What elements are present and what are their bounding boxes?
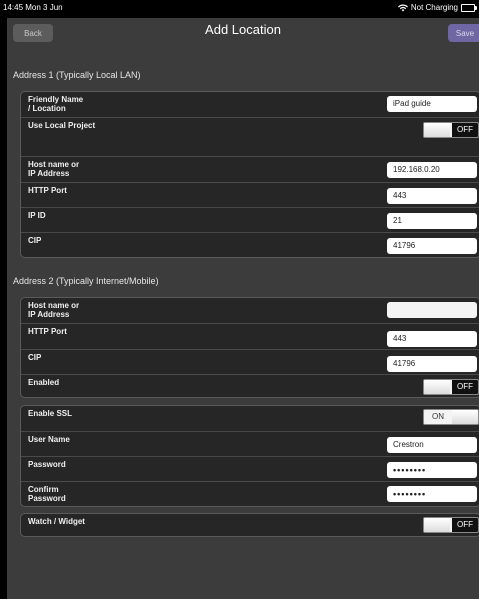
security-group: Enable SSL ON User Name Crestron Passwor… <box>20 405 479 507</box>
watch-widget-toggle[interactable]: OFF <box>423 517 479 533</box>
status-bar: 14:45 Mon 3 Jun Not Charging <box>0 0 479 18</box>
row-http-port-1: HTTP Port 443 <box>21 182 479 207</box>
row-user-name: User Name Crestron <box>21 431 479 456</box>
status-time: 14:45 Mon 3 Jun <box>3 3 63 12</box>
host-label: Host name or IP Address <box>28 301 80 319</box>
ip-id-label: IP ID <box>28 211 46 220</box>
wifi-icon <box>397 3 408 11</box>
http-port-field[interactable]: 443 <box>387 331 477 347</box>
status-indicators: Not Charging <box>397 3 477 12</box>
friendly-name-label: Friendly Name / Location <box>28 95 84 113</box>
toggle-state: OFF <box>452 380 478 394</box>
confirm-password-label: Confirm Password <box>28 485 66 503</box>
user-name-field[interactable]: Crestron <box>387 437 477 453</box>
toggle-state: OFF <box>452 123 478 137</box>
enabled-toggle[interactable]: OFF <box>423 379 479 395</box>
toggle-knob <box>424 518 450 532</box>
toggle-knob <box>424 123 450 137</box>
user-name-label: User Name <box>28 435 70 444</box>
http-port-label: HTTP Port <box>28 327 67 336</box>
toggle-knob <box>452 410 478 424</box>
navigation-bar: Back Add Location Save <box>7 18 479 46</box>
password-field[interactable]: •••••••• <box>387 462 477 478</box>
row-ip-id: IP ID 21 <box>21 207 479 232</box>
use-local-project-label: Use Local Project <box>28 121 96 130</box>
add-location-screen: Back Add Location Save Address 1 (Typica… <box>7 18 479 599</box>
password-label: Password <box>28 460 66 469</box>
host-label: Host name or IP Address <box>28 160 80 178</box>
row-enable-ssl: Enable SSL ON <box>21 406 479 430</box>
address1-group: Friendly Name / Location iPad guide Use … <box>20 91 479 258</box>
cip-label: CIP <box>28 236 42 245</box>
battery-icon <box>461 3 477 12</box>
enable-ssl-label: Enable SSL <box>28 409 73 418</box>
page-title: Add Location <box>205 22 281 37</box>
toggle-knob <box>424 380 450 394</box>
toggle-state: OFF <box>452 518 478 532</box>
address2-group: Host name or IP Address HTTP Port 443 CI… <box>20 297 479 398</box>
row-enabled: Enabled OFF <box>21 374 479 397</box>
toggle-state: ON <box>424 410 452 424</box>
row-cip-2: CIP 41796 <box>21 349 479 374</box>
row-friendly-name: Friendly Name / Location iPad guide <box>21 92 479 116</box>
friendly-name-field[interactable]: iPad guide <box>387 96 477 112</box>
row-confirm-password: Confirm Password •••••••• <box>21 481 479 506</box>
cip-label: CIP <box>28 353 42 362</box>
enabled-label: Enabled <box>28 378 60 387</box>
confirm-password-field[interactable]: •••••••• <box>387 486 477 502</box>
save-button[interactable]: Save <box>448 24 479 42</box>
enable-ssl-toggle[interactable]: ON <box>423 409 479 425</box>
watch-widget-label: Watch / Widget <box>28 517 85 526</box>
row-cip-1: CIP 41796 <box>21 232 479 257</box>
host-field[interactable] <box>387 302 477 318</box>
section-header-address2: Address 2 (Typically Internet/Mobile) <box>13 276 159 286</box>
row-host-1: Host name or IP Address 192.168.0.20 <box>21 156 479 182</box>
row-watch-widget: Watch / Widget OFF <box>21 514 479 536</box>
row-host-2: Host name or IP Address <box>21 298 479 322</box>
row-http-port-2: HTTP Port 443 <box>21 323 479 349</box>
cip-field[interactable]: 41796 <box>387 238 477 254</box>
http-port-label: HTTP Port <box>28 186 67 195</box>
battery-status-text: Not Charging <box>410 3 458 12</box>
host-field[interactable]: 192.168.0.20 <box>387 162 477 178</box>
widget-group: Watch / Widget OFF <box>20 513 479 537</box>
cip-field[interactable]: 41796 <box>387 356 477 372</box>
row-password: Password •••••••• <box>21 456 479 481</box>
section-header-address1: Address 1 (Typically Local LAN) <box>13 70 141 80</box>
row-use-local-project: Use Local Project OFF <box>21 117 479 156</box>
http-port-field[interactable]: 443 <box>387 188 477 204</box>
ip-id-field[interactable]: 21 <box>387 213 477 229</box>
use-local-project-toggle[interactable]: OFF <box>423 122 479 138</box>
